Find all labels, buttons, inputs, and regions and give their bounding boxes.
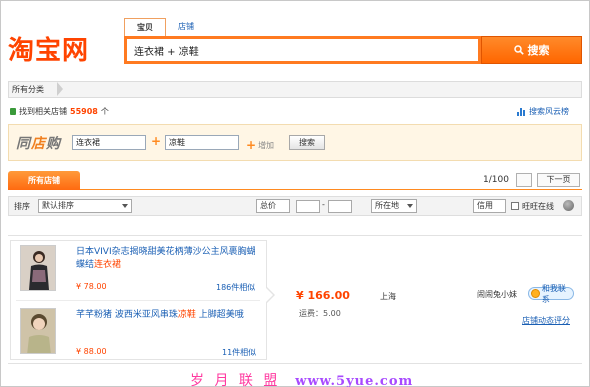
online-checkbox[interactable] [511,202,519,210]
watermark-url: www.5yue.com [295,374,414,387]
product-price: ¥ 78.00 [76,282,107,291]
tab-all-shops[interactable]: 所有店铺 [8,171,80,190]
total-price-label: 总价 [260,201,276,210]
breadcrumb-arrow-icon [57,82,63,96]
search-input[interactable] [127,39,478,61]
product-title-highlight: 连衣裙 [94,260,122,270]
product-thumbnail[interactable] [20,245,56,291]
wangwang-icon [531,289,540,298]
credit-sort[interactable]: 信用 [473,199,506,213]
total-price-sort[interactable]: 总价 [256,199,290,213]
same-shop-logo-part1: 同 [16,136,31,152]
add-keyword-label: 增加 [258,140,275,150]
breadcrumb-all-categories[interactable]: 所有分类 [10,84,50,96]
product-photo-dress [21,246,55,290]
price-max-input[interactable] [328,200,352,213]
panel-divider [16,300,260,301]
page-indicator: 1/100 [483,175,509,185]
sort-dropdown-value: 默认排序 [42,201,74,210]
location-dropdown[interactable]: 所在地 [371,199,417,213]
shop-rating-link[interactable]: 店铺动态评分 [522,315,570,326]
contact-seller-button[interactable]: 和我联系 [528,284,574,304]
contact-seller-label: 和我联系 [541,283,566,304]
product-title-highlight: 凉鞋 [177,310,196,320]
chevron-down-icon [407,204,413,208]
plus-icon: + [151,134,162,148]
product-title-suffix: 上脚超美哦 [195,310,244,320]
plus-icon: + [246,138,257,152]
panel-pointer-inner [266,288,273,302]
product-title-link[interactable]: 芊芊粉猪 波西米亚风串珠凉鞋 上脚超美哦 [76,309,262,322]
product-title-link[interactable]: 日本VIVI杂志揭晓甜美花柄薄沙公主风裹胸蝴蝶结连衣裙 [76,246,262,272]
row-divider [8,235,582,236]
location-dropdown-label: 所在地 [375,201,399,210]
same-shop-search-button[interactable]: 搜索 [289,135,325,150]
prev-page-button[interactable] [516,173,532,187]
same-shop-logo: 同店购 [16,133,61,153]
tab-baobei[interactable]: 宝贝 [124,18,166,36]
similar-items-link[interactable]: 11件相似 [222,347,256,358]
taobao-logo[interactable]: 淘宝网 [8,30,89,67]
search-tabs: 宝贝 店铺 [124,18,206,36]
price-min-input[interactable] [296,200,320,213]
watermark: 岁 月 联 盟 www.5yue.com [190,370,413,387]
price-dash: - [322,200,325,209]
tab-underline [8,189,582,190]
watermark-text: 岁 月 联 盟 [190,373,281,387]
combined-price: ¥ 166.00 [296,289,350,302]
credit-sort-label: 信用 [477,201,493,210]
shop-name-link[interactable]: 闹闹兔小妹 [477,289,517,300]
product-title-text: 芊芊粉猪 波西米亚风串珠 [76,310,178,320]
result-count: 55908 [70,107,98,116]
result-summary: 找到相关店铺 55908 个 [10,106,109,117]
same-shop-logo-part2: 店 [31,136,46,152]
shipping-fee: 运费：5.00 [299,309,341,318]
row-divider [8,363,582,364]
chevron-down-icon [122,204,128,208]
keyword-input-2[interactable] [165,135,239,150]
product-thumbnail[interactable] [20,308,56,354]
shop-icon [10,108,16,115]
search-box [124,36,481,64]
sort-label: 排序 [14,202,30,211]
product-photo-sandal [21,309,55,353]
search-ranking-label: 搜索风云榜 [529,107,569,116]
search-button-label: 搜索 [527,44,550,57]
add-keyword-button[interactable]: + 增加 [246,138,274,152]
tab-dianpu[interactable]: 店铺 [166,18,206,36]
shop-location: 上海 [380,292,396,301]
next-page-button[interactable]: 下一页 [537,173,580,187]
same-shop-logo-part3: 购 [46,136,61,152]
result-prefix: 找到相关店铺 [19,107,67,116]
sort-dropdown[interactable]: 默认排序 [38,199,132,213]
search-ranking-link[interactable]: 搜索风云榜 [517,106,569,117]
search-button[interactable]: 搜索 [481,36,582,64]
search-icon [513,45,524,55]
product-price: ¥ 88.00 [76,347,107,356]
keyword-input-1[interactable] [72,135,146,150]
result-suffix: 个 [100,107,109,116]
wangwang-icon [563,200,574,211]
similar-items-link[interactable]: 186件相似 [216,282,255,293]
online-label: 旺旺在线 [522,202,554,211]
breadcrumb-bar [8,81,582,98]
bar-chart-icon [517,107,526,116]
